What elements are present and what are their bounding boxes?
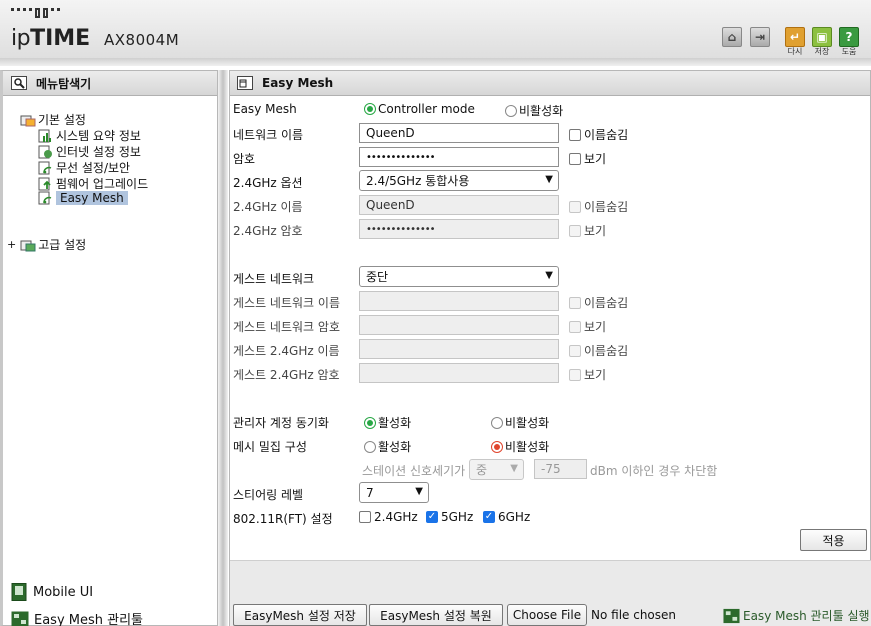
no-file-text: No file chosen	[591, 608, 677, 622]
guest-password-label: 게스트 네트워크 암호	[233, 320, 340, 334]
folder-icon	[20, 240, 36, 251]
mesh-dense-label: 메시 밀집 구성	[233, 440, 307, 454]
restore-mesh-settings-button[interactable]: EasyMesh 설정 복원	[369, 604, 503, 626]
ghz24-hide-name-checkbox[interactable]: 이름숨김	[569, 198, 628, 215]
ghz24-name-input[interactable]: QueenD	[359, 195, 559, 215]
tree-basic-settings[interactable]: 기본 설정	[20, 111, 86, 128]
globe-doc-icon	[38, 145, 52, 158]
ghz24-password-label: 2.4GHz 암호	[233, 224, 303, 238]
logout-icon[interactable]: ⇥	[750, 27, 770, 47]
ft-6ghz-checkbox[interactable]: ✓ 6GHz	[483, 510, 530, 524]
tree-item-easy-mesh[interactable]: Easy Mesh	[38, 191, 128, 205]
guest24-show-password-checkbox[interactable]: 보기	[569, 366, 606, 383]
menu-explorer-title: 메뉴탐색기	[36, 76, 92, 91]
admin-sync-enable-radio[interactable]: 활성화	[364, 414, 411, 431]
magnifier-icon	[11, 76, 27, 90]
guest24-name-label: 게스트 2.4GHz 이름	[233, 344, 340, 358]
tree-item-wireless-settings[interactable]: 무선 설정/보안	[38, 159, 130, 176]
network-name-input[interactable]: QueenD	[359, 123, 559, 143]
help-label: 도움	[841, 47, 857, 56]
guest-show-password-checkbox[interactable]: 보기	[569, 318, 606, 335]
save-label: 저장	[814, 47, 830, 56]
easy-mesh-header: Easy Mesh	[230, 71, 870, 96]
save-mesh-settings-button[interactable]: EasyMesh 설정 저장	[233, 604, 367, 626]
chart-doc-icon	[38, 129, 51, 142]
home-icon[interactable]: ⌂	[722, 27, 742, 47]
station-signal-label: 스테이션 신호세기가	[362, 464, 466, 478]
mobile-icon	[11, 583, 27, 601]
easy-mesh-label: Easy Mesh	[233, 102, 297, 116]
ghz24-option-label: 2.4GHz 옵션	[233, 176, 303, 190]
logo: ipTIME	[11, 26, 91, 51]
ghz24-show-password-checkbox[interactable]: 보기	[569, 222, 606, 239]
model-name: AX8004M	[104, 31, 180, 49]
guest-hide-name-checkbox[interactable]: 이름숨김	[569, 294, 628, 311]
chevron-down-icon: ▼	[510, 463, 518, 474]
ft-5ghz-checkbox[interactable]: ✓ 5GHz	[426, 510, 473, 524]
reset-label: 다시	[787, 47, 803, 56]
mesh-tool-link[interactable]: Easy Mesh 관리툴	[11, 609, 143, 626]
guest24-password-label: 게스트 2.4GHz 암호	[233, 368, 340, 382]
ghz24-option-select[interactable]: 2.4/5GHz 통합사용 ▼	[359, 170, 559, 191]
guest-network-label: 게스트 네트워크	[233, 272, 315, 286]
guest-name-input[interactable]	[359, 291, 559, 311]
folder-icon	[20, 115, 36, 126]
logo-dots	[11, 8, 60, 18]
ghz24-password-input[interactable]: ••••••••••••••	[359, 219, 559, 239]
easy-mesh-disable-radio[interactable]: 비활성화	[505, 102, 563, 119]
ft-label: 802.11R(FT) 설정	[233, 512, 333, 526]
guest24-password-input[interactable]	[359, 363, 559, 383]
chevron-down-icon: ▼	[545, 174, 553, 185]
hide-name-checkbox[interactable]: 이름숨김	[569, 126, 628, 143]
tree-advanced-settings[interactable]: + 고급 설정	[7, 236, 86, 253]
mesh-doc-icon	[38, 191, 52, 205]
header-bar: ipTIME AX8004M ⌂ ⇥ ↵ 다시 ▣ 저장 ? 도움	[0, 0, 871, 66]
guest-network-select[interactable]: 중단 ▼	[359, 266, 559, 287]
dbm-input[interactable]: -75	[534, 459, 587, 479]
tree-item-firmware-upgrade[interactable]: 펌웨어 업그레이드	[38, 175, 148, 192]
admin-sync-disable-radio[interactable]: 비활성화	[491, 414, 549, 431]
reset-icon[interactable]: ↵	[785, 27, 805, 47]
dbm-suffix: dBm 이하인 경우 차단함	[590, 464, 718, 478]
steering-select[interactable]: 7 ▼	[359, 482, 429, 503]
window-icon	[237, 76, 253, 90]
mesh-tool-icon	[723, 608, 740, 623]
guest24-hide-name-checkbox[interactable]: 이름숨김	[569, 342, 628, 359]
upgrade-doc-icon	[38, 177, 51, 190]
password-label: 암호	[233, 152, 256, 166]
wifi-doc-icon	[38, 161, 52, 174]
panel-title: Easy Mesh	[262, 76, 334, 90]
chevron-down-icon: ▼	[545, 270, 553, 281]
show-password-checkbox[interactable]: 보기	[569, 150, 606, 167]
choose-file-button[interactable]: Choose File	[507, 604, 587, 626]
mobile-ui-link[interactable]: Mobile UI	[11, 583, 93, 601]
ghz24-name-label: 2.4GHz 이름	[233, 200, 303, 214]
tree-item-system-summary[interactable]: 시스템 요약 정보	[38, 127, 141, 144]
signal-level-select[interactable]: 중 ▼	[469, 459, 524, 480]
chevron-down-icon: ▼	[415, 486, 423, 497]
mesh-dense-disable-radio[interactable]: 비활성화	[491, 438, 549, 455]
steering-label: 스티어링 레벨	[233, 488, 304, 502]
controller-mode-radio[interactable]: Controller mode	[364, 102, 475, 116]
expand-icon[interactable]: +	[7, 238, 16, 251]
mesh-dense-enable-radio[interactable]: 활성화	[364, 438, 411, 455]
admin-sync-label: 관리자 계정 동기화	[233, 416, 329, 430]
guest-password-input[interactable]	[359, 315, 559, 335]
mesh-tool-icon	[11, 611, 29, 626]
panel-splitter[interactable]	[218, 70, 228, 626]
network-name-label: 네트워크 이름	[233, 128, 304, 142]
tree-item-internet-settings[interactable]: 인터넷 설정 정보	[38, 143, 141, 160]
help-icon[interactable]: ?	[839, 27, 859, 47]
ft-24ghz-checkbox[interactable]: 2.4GHz	[359, 510, 418, 524]
run-mesh-tool-link[interactable]: Easy Mesh 관리툴 실행	[723, 607, 870, 624]
password-input[interactable]: ••••••••••••••	[359, 147, 559, 167]
guest-name-label: 게스트 네트워크 이름	[233, 296, 340, 310]
save-icon[interactable]: ▣	[812, 27, 832, 47]
guest24-name-input[interactable]	[359, 339, 559, 359]
apply-button[interactable]: 적용	[800, 529, 867, 551]
menu-explorer-header: 메뉴탐색기	[3, 71, 217, 96]
